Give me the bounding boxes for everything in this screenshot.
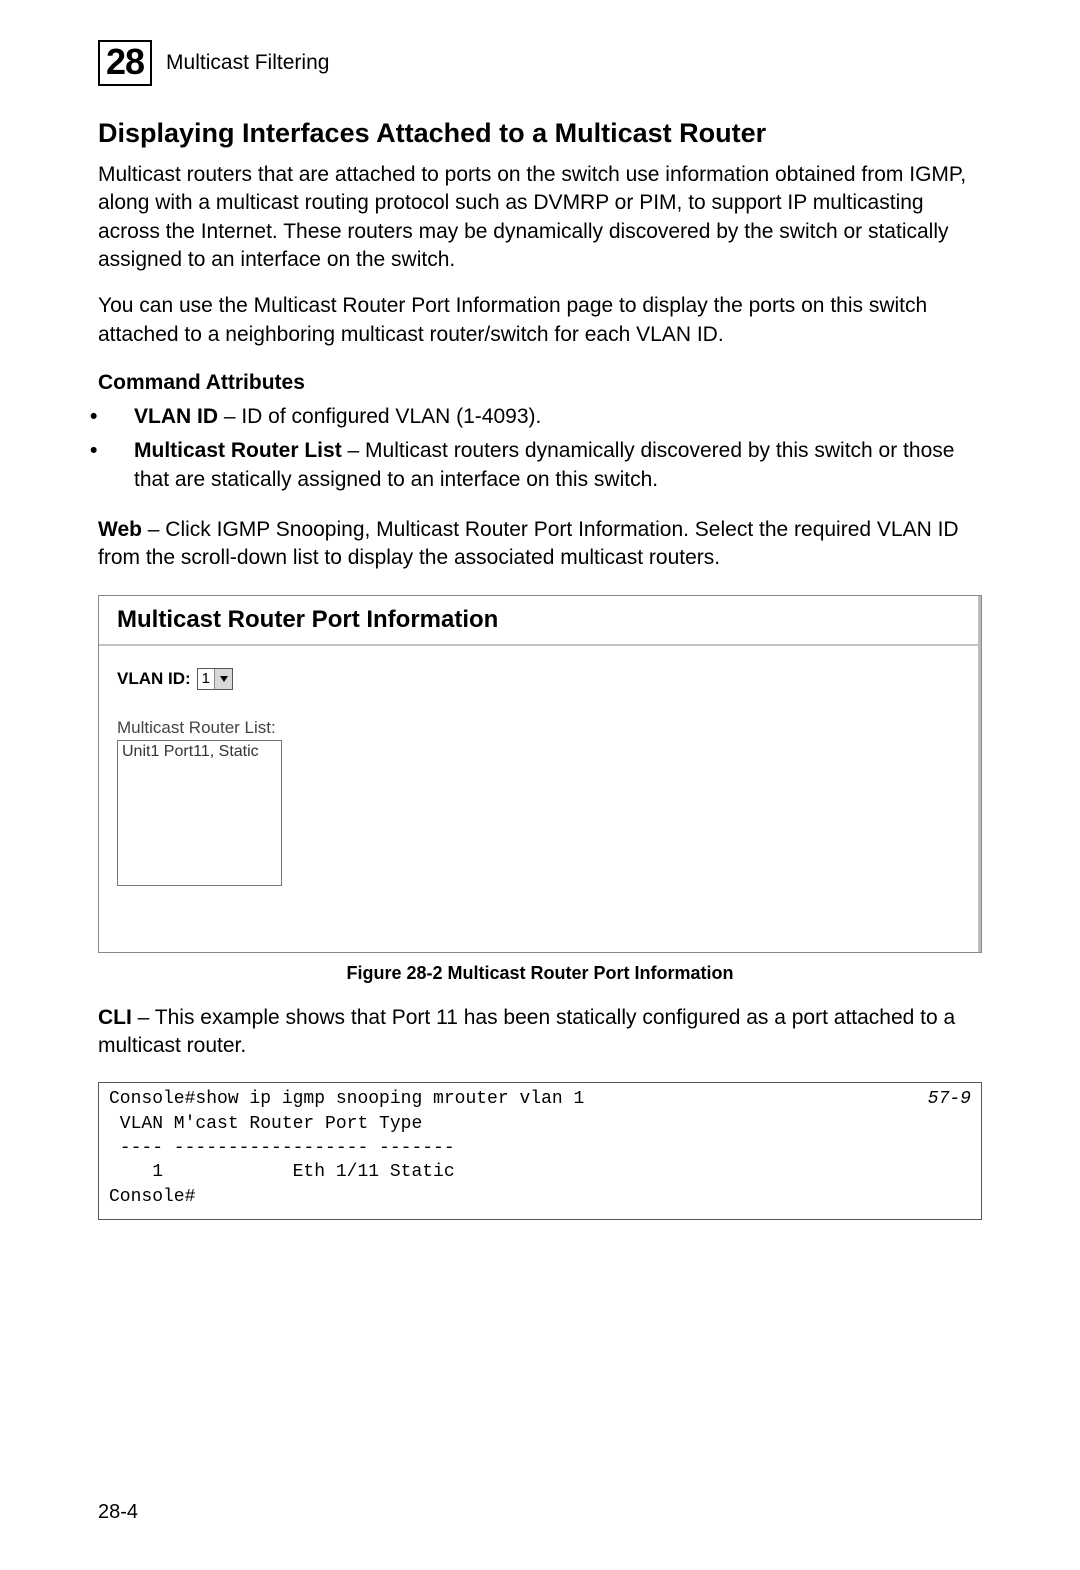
attr-vlan-id-term: VLAN ID xyxy=(134,405,218,428)
chapter-number-box: 28 xyxy=(98,40,152,86)
intro-paragraph-2: You can use the Multicast Router Port In… xyxy=(98,292,982,349)
web-text: – Click IGMP Snooping, Multicast Router … xyxy=(98,518,959,569)
attributes-list: VLAN ID – ID of configured VLAN (1-4093)… xyxy=(98,403,982,494)
web-instruction: Web – Click IGMP Snooping, Multicast Rou… xyxy=(98,516,982,573)
attr-vlan-id-desc: – ID of configured VLAN (1-4093). xyxy=(218,405,541,428)
command-attributes-heading: Command Attributes xyxy=(98,371,982,395)
cli-output-box: 57-9 Console#show ip igmp snooping mroute… xyxy=(98,1082,982,1219)
web-label: Web xyxy=(98,518,142,541)
page-number: 28-4 xyxy=(98,1501,138,1524)
vlan-id-select[interactable]: 1 xyxy=(197,668,233,690)
intro-paragraph-1: Multicast routers that are attached to p… xyxy=(98,161,982,274)
section-title: Displaying Interfaces Attached to a Mult… xyxy=(98,118,982,149)
cli-output-text: Console#show ip igmp snooping mrouter vl… xyxy=(109,1089,584,1206)
panel-right-border xyxy=(978,596,981,952)
figure-caption: Figure 28-2 Multicast Router Port Inform… xyxy=(98,963,982,984)
attr-mrlist-term: Multicast Router List xyxy=(134,439,342,462)
mrlist-label: Multicast Router List: xyxy=(117,718,963,738)
panel-title: Multicast Router Port Information xyxy=(117,606,963,634)
cli-label: CLI xyxy=(98,1006,132,1029)
screenshot-panel: Multicast Router Port Information VLAN I… xyxy=(98,595,982,953)
mrlist-listbox[interactable]: Unit1 Port11, Static xyxy=(117,740,282,886)
attr-mrlist: Multicast Router List – Multicast router… xyxy=(112,437,982,494)
chapter-label: Multicast Filtering xyxy=(166,51,329,75)
cli-page-ref: 57-9 xyxy=(928,1087,971,1111)
attr-vlan-id: VLAN ID – ID of configured VLAN (1-4093)… xyxy=(112,403,982,431)
mrlist-item[interactable]: Unit1 Port11, Static xyxy=(122,743,277,761)
vlan-id-value: 1 xyxy=(202,670,214,687)
cli-intro-text: – This example shows that Port 11 has be… xyxy=(98,1006,955,1057)
page-header: 28 Multicast Filtering xyxy=(98,40,982,86)
vlan-id-label: VLAN ID: xyxy=(117,669,191,689)
chevron-down-icon[interactable] xyxy=(214,669,232,689)
cli-intro: CLI – This example shows that Port 11 ha… xyxy=(98,1004,982,1061)
